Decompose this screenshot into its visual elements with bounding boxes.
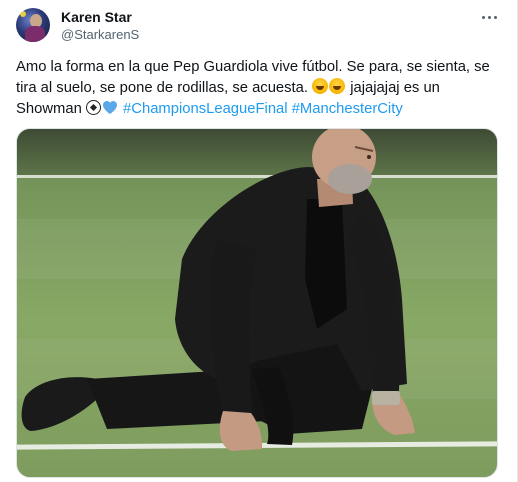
tweet-text-segment: tira al suelo, se pone de rodillas, se a…	[16, 80, 313, 96]
kneeling-man-figure	[21, 129, 415, 451]
avatar-body	[25, 26, 45, 42]
tweet-header: Karen Star @StarkarenS	[14, 6, 504, 46]
author-handle[interactable]: @StarkarenS	[61, 27, 139, 43]
tweet-text: Amo la forma en la que Pep Guardiola viv…	[16, 57, 506, 120]
tweet-text-line-1: Amo la forma en la que Pep Guardiola viv…	[16, 57, 506, 78]
tweet-text-line-3: Showman #ChampionsLeagueFinal #Mancheste…	[16, 99, 506, 120]
hashtag-link[interactable]: #ChampionsLeagueFinal	[123, 101, 288, 117]
blue-heart-emoji-icon	[102, 101, 117, 114]
soccer-ball-emoji-icon	[85, 100, 101, 115]
tweet-text-segment: jajajajaj es un	[346, 80, 440, 96]
rolling-laughing-emoji-icon	[312, 78, 329, 94]
tweet-media-image[interactable]	[16, 128, 498, 478]
author-avatar[interactable]	[16, 8, 50, 42]
tweet-text-segment: Amo la forma en la que Pep Guardiola viv…	[16, 59, 490, 75]
avatar-decoration	[20, 11, 26, 17]
hashtag-link[interactable]: #ManchesterCity	[292, 101, 403, 117]
more-horizontal-icon[interactable]	[478, 8, 500, 26]
tweet-text-line-2: tira al suelo, se pone de rodillas, se a…	[16, 78, 506, 99]
author-name[interactable]: Karen Star	[61, 9, 132, 25]
rolling-laughing-emoji-icon	[329, 78, 346, 94]
tweet-card: Karen Star @StarkarenS Amo la forma en l…	[0, 0, 518, 482]
tweet-text-segment: Showman	[16, 101, 86, 117]
